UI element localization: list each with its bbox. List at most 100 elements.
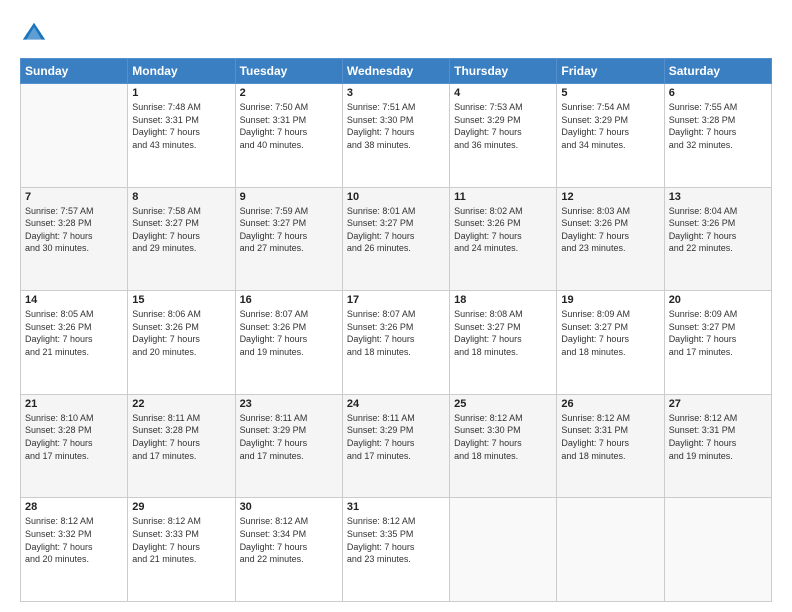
day-info: Sunrise: 7:53 AMSunset: 3:29 PMDaylight:… (454, 101, 552, 151)
day-number: 2 (240, 87, 338, 99)
day-info: Sunrise: 8:12 AMSunset: 3:34 PMDaylight:… (240, 515, 338, 565)
calendar-cell: 16 Sunrise: 8:07 AMSunset: 3:26 PMDayligh… (235, 291, 342, 395)
day-number: 31 (347, 501, 445, 513)
day-number: 11 (454, 191, 552, 203)
day-number: 14 (25, 294, 123, 306)
day-number: 4 (454, 87, 552, 99)
logo (20, 20, 51, 48)
day-number: 3 (347, 87, 445, 99)
weekday-header-row: SundayMondayTuesdayWednesdayThursdayFrid… (21, 59, 772, 84)
day-info: Sunrise: 8:12 AMSunset: 3:31 PMDaylight:… (669, 412, 767, 462)
day-info: Sunrise: 7:48 AMSunset: 3:31 PMDaylight:… (132, 101, 230, 151)
calendar-cell: 31 Sunrise: 8:12 AMSunset: 3:35 PMDayligh… (342, 498, 449, 602)
day-number: 22 (132, 398, 230, 410)
day-info: Sunrise: 8:07 AMSunset: 3:26 PMDaylight:… (240, 308, 338, 358)
day-info: Sunrise: 8:11 AMSunset: 3:29 PMDaylight:… (347, 412, 445, 462)
calendar-cell: 25Sunrise: 8:12 AMSunset: 3:30 PMDayligh… (450, 394, 557, 498)
calendar-week-row: 28 Sunrise: 8:12 AMSunset: 3:32 PMDayligh… (21, 498, 772, 602)
calendar-cell: 11 Sunrise: 8:02 AMSunset: 3:26 PMDayligh… (450, 187, 557, 291)
calendar-cell: 12 Sunrise: 8:03 AMSunset: 3:26 PMDayligh… (557, 187, 664, 291)
day-number: 24 (347, 398, 445, 410)
day-info: Sunrise: 8:12 AMSunset: 3:30 PMDaylight:… (454, 412, 552, 462)
day-number: 13 (669, 191, 767, 203)
day-info: Sunrise: 7:59 AMSunset: 3:27 PMDaylight:… (240, 205, 338, 255)
day-number: 16 (240, 294, 338, 306)
day-number: 1 (132, 87, 230, 99)
calendar-cell: 27 Sunrise: 8:12 AMSunset: 3:31 PMDayligh… (664, 394, 771, 498)
day-number: 5 (561, 87, 659, 99)
day-number: 30 (240, 501, 338, 513)
day-number: 26 (561, 398, 659, 410)
calendar-cell: 6 Sunrise: 7:55 AMSunset: 3:28 PMDaylight… (664, 84, 771, 188)
calendar-cell (557, 498, 664, 602)
calendar-week-row: 1 Sunrise: 7:48 AMSunset: 3:31 PMDaylight… (21, 84, 772, 188)
day-info: Sunrise: 7:51 AMSunset: 3:30 PMDaylight:… (347, 101, 445, 151)
day-number: 19 (561, 294, 659, 306)
calendar-cell: 15 Sunrise: 8:06 AMSunset: 3:26 PMDayligh… (128, 291, 235, 395)
day-info: Sunrise: 8:12 AMSunset: 3:35 PMDaylight:… (347, 515, 445, 565)
day-info: Sunrise: 8:08 AMSunset: 3:27 PMDaylight:… (454, 308, 552, 358)
day-number: 15 (132, 294, 230, 306)
calendar-cell: 28 Sunrise: 8:12 AMSunset: 3:32 PMDayligh… (21, 498, 128, 602)
day-number: 12 (561, 191, 659, 203)
calendar-cell: 8 Sunrise: 7:58 AMSunset: 3:27 PMDaylight… (128, 187, 235, 291)
day-info: Sunrise: 8:11 AMSunset: 3:28 PMDaylight:… (132, 412, 230, 462)
day-info: Sunrise: 7:50 AMSunset: 3:31 PMDaylight:… (240, 101, 338, 151)
day-info: Sunrise: 8:12 AMSunset: 3:32 PMDaylight:… (25, 515, 123, 565)
calendar-cell: 19Sunrise: 8:09 AMSunset: 3:27 PMDayligh… (557, 291, 664, 395)
day-info: Sunrise: 8:10 AMSunset: 3:28 PMDaylight:… (25, 412, 123, 462)
calendar-cell: 29 Sunrise: 8:12 AMSunset: 3:33 PMDayligh… (128, 498, 235, 602)
calendar-cell: 2 Sunrise: 7:50 AMSunset: 3:31 PMDaylight… (235, 84, 342, 188)
day-number: 6 (669, 87, 767, 99)
calendar-week-row: 7 Sunrise: 7:57 AMSunset: 3:28 PMDaylight… (21, 187, 772, 291)
calendar-cell: 10 Sunrise: 8:01 AMSunset: 3:27 PMDayligh… (342, 187, 449, 291)
day-info: Sunrise: 8:12 AMSunset: 3:31 PMDaylight:… (561, 412, 659, 462)
day-number: 20 (669, 294, 767, 306)
day-info: Sunrise: 8:11 AMSunset: 3:29 PMDaylight:… (240, 412, 338, 462)
calendar-cell: 9Sunrise: 7:59 AMSunset: 3:27 PMDaylight… (235, 187, 342, 291)
day-number: 23 (240, 398, 338, 410)
weekday-header-sunday: Sunday (21, 59, 128, 84)
day-info: Sunrise: 8:07 AMSunset: 3:26 PMDaylight:… (347, 308, 445, 358)
calendar-table: SundayMondayTuesdayWednesdayThursdayFrid… (20, 58, 772, 602)
day-info: Sunrise: 8:05 AMSunset: 3:26 PMDaylight:… (25, 308, 123, 358)
calendar-cell: 30 Sunrise: 8:12 AMSunset: 3:34 PMDayligh… (235, 498, 342, 602)
day-number: 18 (454, 294, 552, 306)
calendar-cell: 26 Sunrise: 8:12 AMSunset: 3:31 PMDayligh… (557, 394, 664, 498)
calendar-cell: 3 Sunrise: 7:51 AMSunset: 3:30 PMDaylight… (342, 84, 449, 188)
day-info: Sunrise: 8:03 AMSunset: 3:26 PMDaylight:… (561, 205, 659, 255)
page: SundayMondayTuesdayWednesdayThursdayFrid… (0, 0, 792, 612)
day-info: Sunrise: 7:58 AMSunset: 3:27 PMDaylight:… (132, 205, 230, 255)
day-number: 7 (25, 191, 123, 203)
header (20, 16, 772, 48)
day-info: Sunrise: 7:57 AMSunset: 3:28 PMDaylight:… (25, 205, 123, 255)
day-info: Sunrise: 8:01 AMSunset: 3:27 PMDaylight:… (347, 205, 445, 255)
day-number: 17 (347, 294, 445, 306)
day-info: Sunrise: 8:06 AMSunset: 3:26 PMDaylight:… (132, 308, 230, 358)
day-info: Sunrise: 8:09 AMSunset: 3:27 PMDaylight:… (669, 308, 767, 358)
weekday-header-tuesday: Tuesday (235, 59, 342, 84)
day-info: Sunrise: 7:55 AMSunset: 3:28 PMDaylight:… (669, 101, 767, 151)
calendar-cell: 1 Sunrise: 7:48 AMSunset: 3:31 PMDaylight… (128, 84, 235, 188)
calendar-cell (21, 84, 128, 188)
weekday-header-wednesday: Wednesday (342, 59, 449, 84)
logo-icon (20, 20, 48, 48)
day-number: 29 (132, 501, 230, 513)
day-info: Sunrise: 8:12 AMSunset: 3:33 PMDaylight:… (132, 515, 230, 565)
weekday-header-thursday: Thursday (450, 59, 557, 84)
day-info: Sunrise: 7:54 AMSunset: 3:29 PMDaylight:… (561, 101, 659, 151)
calendar-cell: 17 Sunrise: 8:07 AMSunset: 3:26 PMDayligh… (342, 291, 449, 395)
calendar-week-row: 21Sunrise: 8:10 AMSunset: 3:28 PMDayligh… (21, 394, 772, 498)
day-number: 28 (25, 501, 123, 513)
day-info: Sunrise: 8:02 AMSunset: 3:26 PMDaylight:… (454, 205, 552, 255)
day-number: 8 (132, 191, 230, 203)
calendar-cell: 24 Sunrise: 8:11 AMSunset: 3:29 PMDayligh… (342, 394, 449, 498)
calendar-cell: 14 Sunrise: 8:05 AMSunset: 3:26 PMDayligh… (21, 291, 128, 395)
calendar-cell: 23 Sunrise: 8:11 AMSunset: 3:29 PMDayligh… (235, 394, 342, 498)
weekday-header-saturday: Saturday (664, 59, 771, 84)
day-number: 10 (347, 191, 445, 203)
calendar-cell: 4 Sunrise: 7:53 AMSunset: 3:29 PMDaylight… (450, 84, 557, 188)
calendar-cell: 7 Sunrise: 7:57 AMSunset: 3:28 PMDaylight… (21, 187, 128, 291)
day-number: 27 (669, 398, 767, 410)
calendar-cell: 5 Sunrise: 7:54 AMSunset: 3:29 PMDaylight… (557, 84, 664, 188)
